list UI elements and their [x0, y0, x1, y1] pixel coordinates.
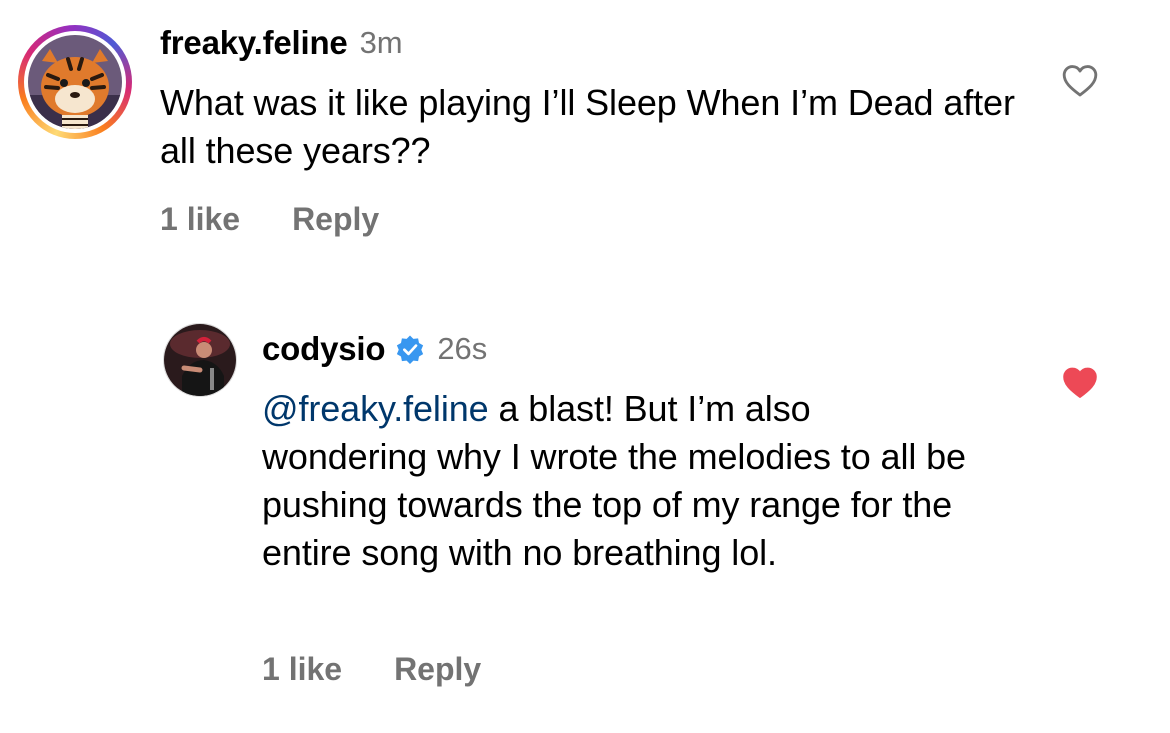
- heart-outline-icon[interactable]: [1061, 62, 1099, 98]
- username[interactable]: freaky.feline: [160, 24, 348, 62]
- reply-button[interactable]: Reply: [292, 201, 379, 238]
- avatar[interactable]: [28, 35, 122, 129]
- verified-badge-icon: [397, 335, 424, 364]
- avatar[interactable]: [163, 323, 237, 397]
- comment-header: freaky.feline 3m: [160, 24, 403, 62]
- performer-avatar-icon: [164, 324, 236, 396]
- timestamp: 26s: [437, 331, 488, 366]
- heart-filled-icon[interactable]: [1061, 364, 1099, 400]
- comment-actions: 1 like Reply: [160, 201, 431, 238]
- reply-codysio: codysio 26s @freaky.feline a blast! But …: [0, 300, 1170, 720]
- timestamp: 3m: [359, 25, 403, 60]
- mention-link[interactable]: @freaky.feline: [262, 388, 489, 429]
- comment-body: What was it like playing I’ll Sleep When…: [160, 82, 1015, 171]
- tiger-avatar-icon: [28, 35, 122, 129]
- comment-text: What was it like playing I’ll Sleep When…: [160, 79, 1040, 175]
- comment-text: @freaky.feline a blast! But I’m also won…: [262, 385, 982, 577]
- comment-header: codysio 26s: [262, 330, 487, 368]
- comment-freaky-feline: freaky.feline 3m What was it like playin…: [0, 0, 1170, 260]
- comment-actions: 1 like Reply: [262, 651, 533, 688]
- likes-count[interactable]: 1 like: [160, 201, 240, 238]
- username[interactable]: codysio: [262, 330, 386, 368]
- likes-count[interactable]: 1 like: [262, 651, 342, 688]
- reply-button[interactable]: Reply: [394, 651, 481, 688]
